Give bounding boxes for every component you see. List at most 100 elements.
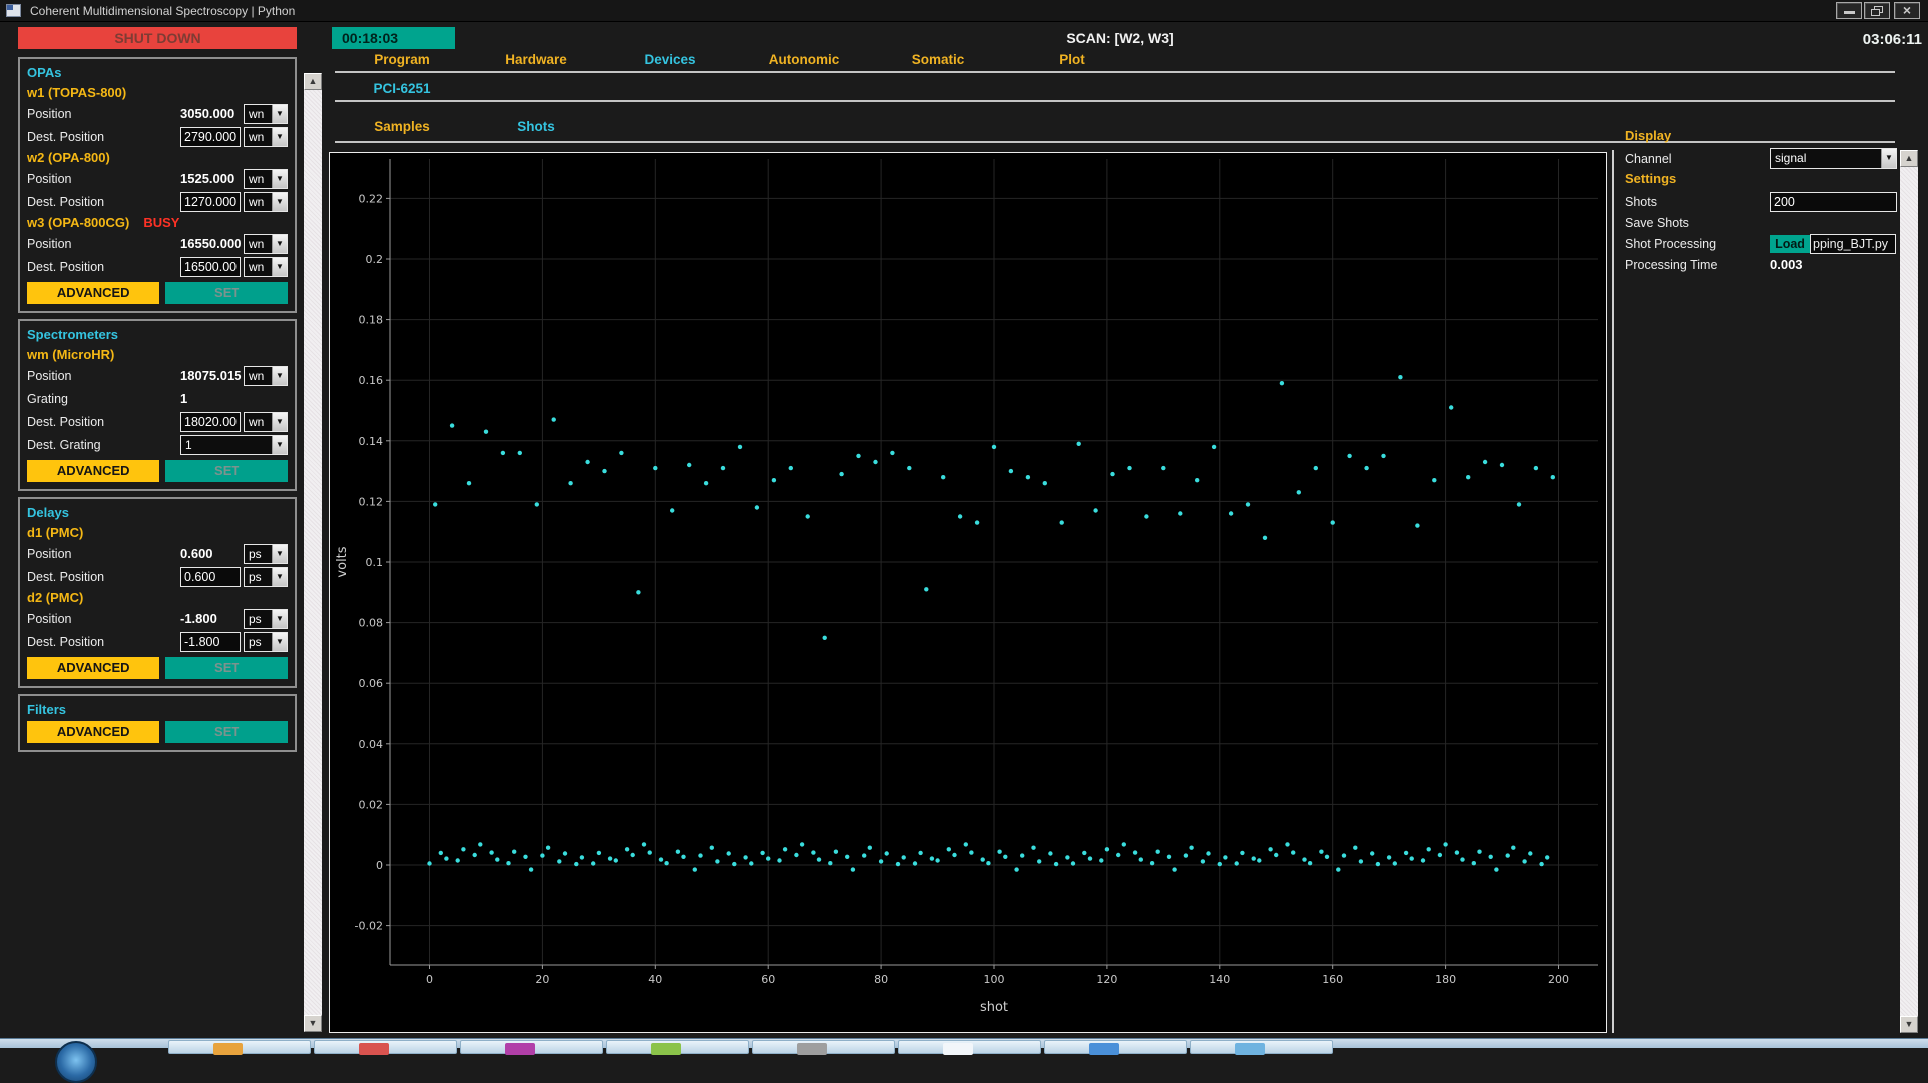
data-point bbox=[1211, 444, 1217, 450]
taskbar-app-button[interactable] bbox=[314, 1040, 457, 1055]
shots-plot[interactable]: 0.22 0.2 0.18 0.16 0.14 0.12 0.1 0.08 0.06 0.04 0.… bbox=[329, 152, 1607, 1033]
units-select[interactable]: wn ▼ bbox=[244, 126, 288, 147]
data-point bbox=[1189, 845, 1194, 850]
set-button[interactable]: SET bbox=[165, 721, 288, 743]
chevron-down-icon[interactable]: ▼ bbox=[272, 632, 287, 651]
units-select[interactable]: ps ▼ bbox=[244, 566, 288, 587]
units-select[interactable]: wn ▼ bbox=[244, 191, 288, 212]
set-button[interactable]: SET bbox=[165, 282, 288, 304]
data-point bbox=[1324, 854, 1330, 859]
units-select[interactable]: wn ▼ bbox=[244, 168, 288, 189]
right-panel-scrollbar[interactable]: ▲ ▼ bbox=[1900, 150, 1918, 1033]
data-point bbox=[1217, 861, 1222, 867]
tab-somatic[interactable]: Somatic bbox=[871, 52, 1005, 67]
chevron-down-icon[interactable]: ▼ bbox=[272, 192, 287, 211]
advanced-button[interactable]: ADVANCED bbox=[27, 460, 160, 482]
data-point bbox=[1065, 855, 1070, 860]
scroll-up-icon[interactable]: ▲ bbox=[304, 73, 322, 90]
chevron-down-icon[interactable]: ▼ bbox=[272, 544, 287, 563]
units-select[interactable]: wn ▼ bbox=[244, 256, 288, 277]
dest-position-input[interactable] bbox=[180, 256, 241, 277]
set-button[interactable]: SET bbox=[165, 460, 288, 482]
hardware-row: Dest. Position ps ▼ bbox=[27, 630, 288, 653]
tab-plot[interactable]: Plot bbox=[1005, 52, 1139, 67]
tab-program[interactable]: Program bbox=[335, 52, 469, 67]
scroll-down-icon[interactable]: ▼ bbox=[304, 1015, 322, 1032]
units-select[interactable]: wn ▼ bbox=[244, 365, 288, 386]
dest-grating-select[interactable]: 1 ▼ bbox=[180, 434, 288, 455]
data-point bbox=[427, 861, 432, 866]
data-point bbox=[607, 856, 613, 861]
chevron-down-icon[interactable]: ▼ bbox=[272, 609, 287, 628]
dest-position-input[interactable] bbox=[180, 566, 241, 587]
taskbar-app-button[interactable] bbox=[1044, 1040, 1187, 1055]
data-point bbox=[1025, 475, 1031, 480]
dest-position-input[interactable] bbox=[180, 191, 241, 212]
dest-position-input[interactable] bbox=[180, 126, 241, 147]
close-button[interactable]: × bbox=[1894, 2, 1920, 19]
units-select[interactable]: wn ▼ bbox=[244, 411, 288, 432]
units-select[interactable]: wn ▼ bbox=[244, 103, 288, 124]
chevron-down-icon[interactable]: ▼ bbox=[272, 412, 287, 431]
window-title: Coherent Multidimensional Spectroscopy |… bbox=[30, 4, 296, 18]
display-header: Display bbox=[1625, 128, 1672, 143]
device-tab-pci-6251[interactable]: PCI-6251 bbox=[335, 81, 469, 96]
chevron-down-icon[interactable]: ▼ bbox=[272, 104, 287, 123]
channel-select[interactable]: signal ▼ bbox=[1770, 148, 1897, 169]
chevron-down-icon[interactable]: ▼ bbox=[272, 169, 287, 188]
sidebar-scrollbar[interactable]: ▲ ▼ bbox=[304, 73, 322, 1032]
units-select[interactable]: ps ▼ bbox=[244, 543, 288, 564]
scroll-up-icon[interactable]: ▲ bbox=[1900, 150, 1918, 167]
device-tab-underline bbox=[335, 100, 1895, 102]
chevron-down-icon[interactable]: ▼ bbox=[272, 366, 287, 385]
shots-input[interactable] bbox=[1770, 191, 1897, 212]
taskbar-app-button[interactable] bbox=[460, 1040, 603, 1055]
windows-taskbar[interactable] bbox=[0, 1038, 1928, 1083]
shut-down-button[interactable]: SHUT DOWN bbox=[18, 27, 297, 49]
advanced-button[interactable]: ADVANCED bbox=[27, 657, 160, 679]
taskbar-app-button[interactable] bbox=[1190, 1040, 1333, 1055]
dest-position-input[interactable] bbox=[180, 411, 241, 432]
data-point bbox=[449, 423, 455, 428]
load-button[interactable]: Load bbox=[1770, 234, 1810, 253]
taskbar-app-button[interactable] bbox=[752, 1040, 895, 1055]
taskbar-app-button[interactable] bbox=[168, 1040, 311, 1055]
chevron-down-icon[interactable]: ▼ bbox=[272, 127, 287, 146]
subtab-samples[interactable]: Samples bbox=[335, 119, 469, 134]
advanced-button[interactable]: ADVANCED bbox=[27, 721, 160, 743]
save-shots-label: Save Shots bbox=[1625, 215, 1689, 230]
y-tick-label: 0.12 bbox=[359, 495, 384, 508]
tab-devices[interactable]: Devices bbox=[603, 52, 737, 67]
start-button[interactable] bbox=[55, 1041, 97, 1083]
dest-position-label: Dest. Position bbox=[27, 194, 105, 209]
minimize-button[interactable] bbox=[1836, 2, 1862, 19]
data-point bbox=[1522, 859, 1527, 864]
units-select[interactable]: wn ▼ bbox=[244, 233, 288, 254]
subtab-shots[interactable]: Shots bbox=[469, 119, 603, 134]
chevron-down-icon[interactable]: ▼ bbox=[1881, 149, 1896, 168]
tab-hardware[interactable]: Hardware bbox=[469, 52, 603, 67]
taskbar-app-button[interactable] bbox=[606, 1040, 749, 1055]
advanced-button[interactable]: ADVANCED bbox=[27, 282, 160, 304]
dest-position-input[interactable] bbox=[180, 631, 241, 652]
y-tick-label: 0.02 bbox=[359, 798, 384, 811]
data-point bbox=[1386, 855, 1392, 860]
units-select[interactable]: ps ▼ bbox=[244, 608, 288, 629]
scroll-down-icon[interactable]: ▼ bbox=[1900, 1016, 1918, 1033]
panel-opas: OPAs w1 (TOPAS-800) Position 3050.000 wn ▼ Des… bbox=[18, 57, 297, 313]
chevron-down-icon[interactable]: ▼ bbox=[272, 435, 287, 454]
taskbar-app-button[interactable] bbox=[898, 1040, 1041, 1055]
data-point bbox=[929, 856, 935, 861]
tab-autonomic[interactable]: Autonomic bbox=[737, 52, 871, 67]
chevron-down-icon[interactable]: ▼ bbox=[272, 234, 287, 253]
chevron-down-icon[interactable]: ▼ bbox=[272, 567, 287, 586]
chevron-down-icon[interactable]: ▼ bbox=[272, 257, 287, 276]
x-tick-label: 100 bbox=[984, 973, 1005, 986]
restore-button[interactable] bbox=[1864, 2, 1890, 19]
data-point bbox=[850, 867, 856, 872]
set-button[interactable]: SET bbox=[165, 657, 288, 679]
processing-file-field[interactable]: pping_BJT.py bbox=[1810, 233, 1896, 254]
units-select[interactable]: ps ▼ bbox=[244, 631, 288, 652]
elapsed-timer[interactable]: 00:18:03 bbox=[332, 27, 455, 49]
data-point bbox=[941, 475, 946, 480]
